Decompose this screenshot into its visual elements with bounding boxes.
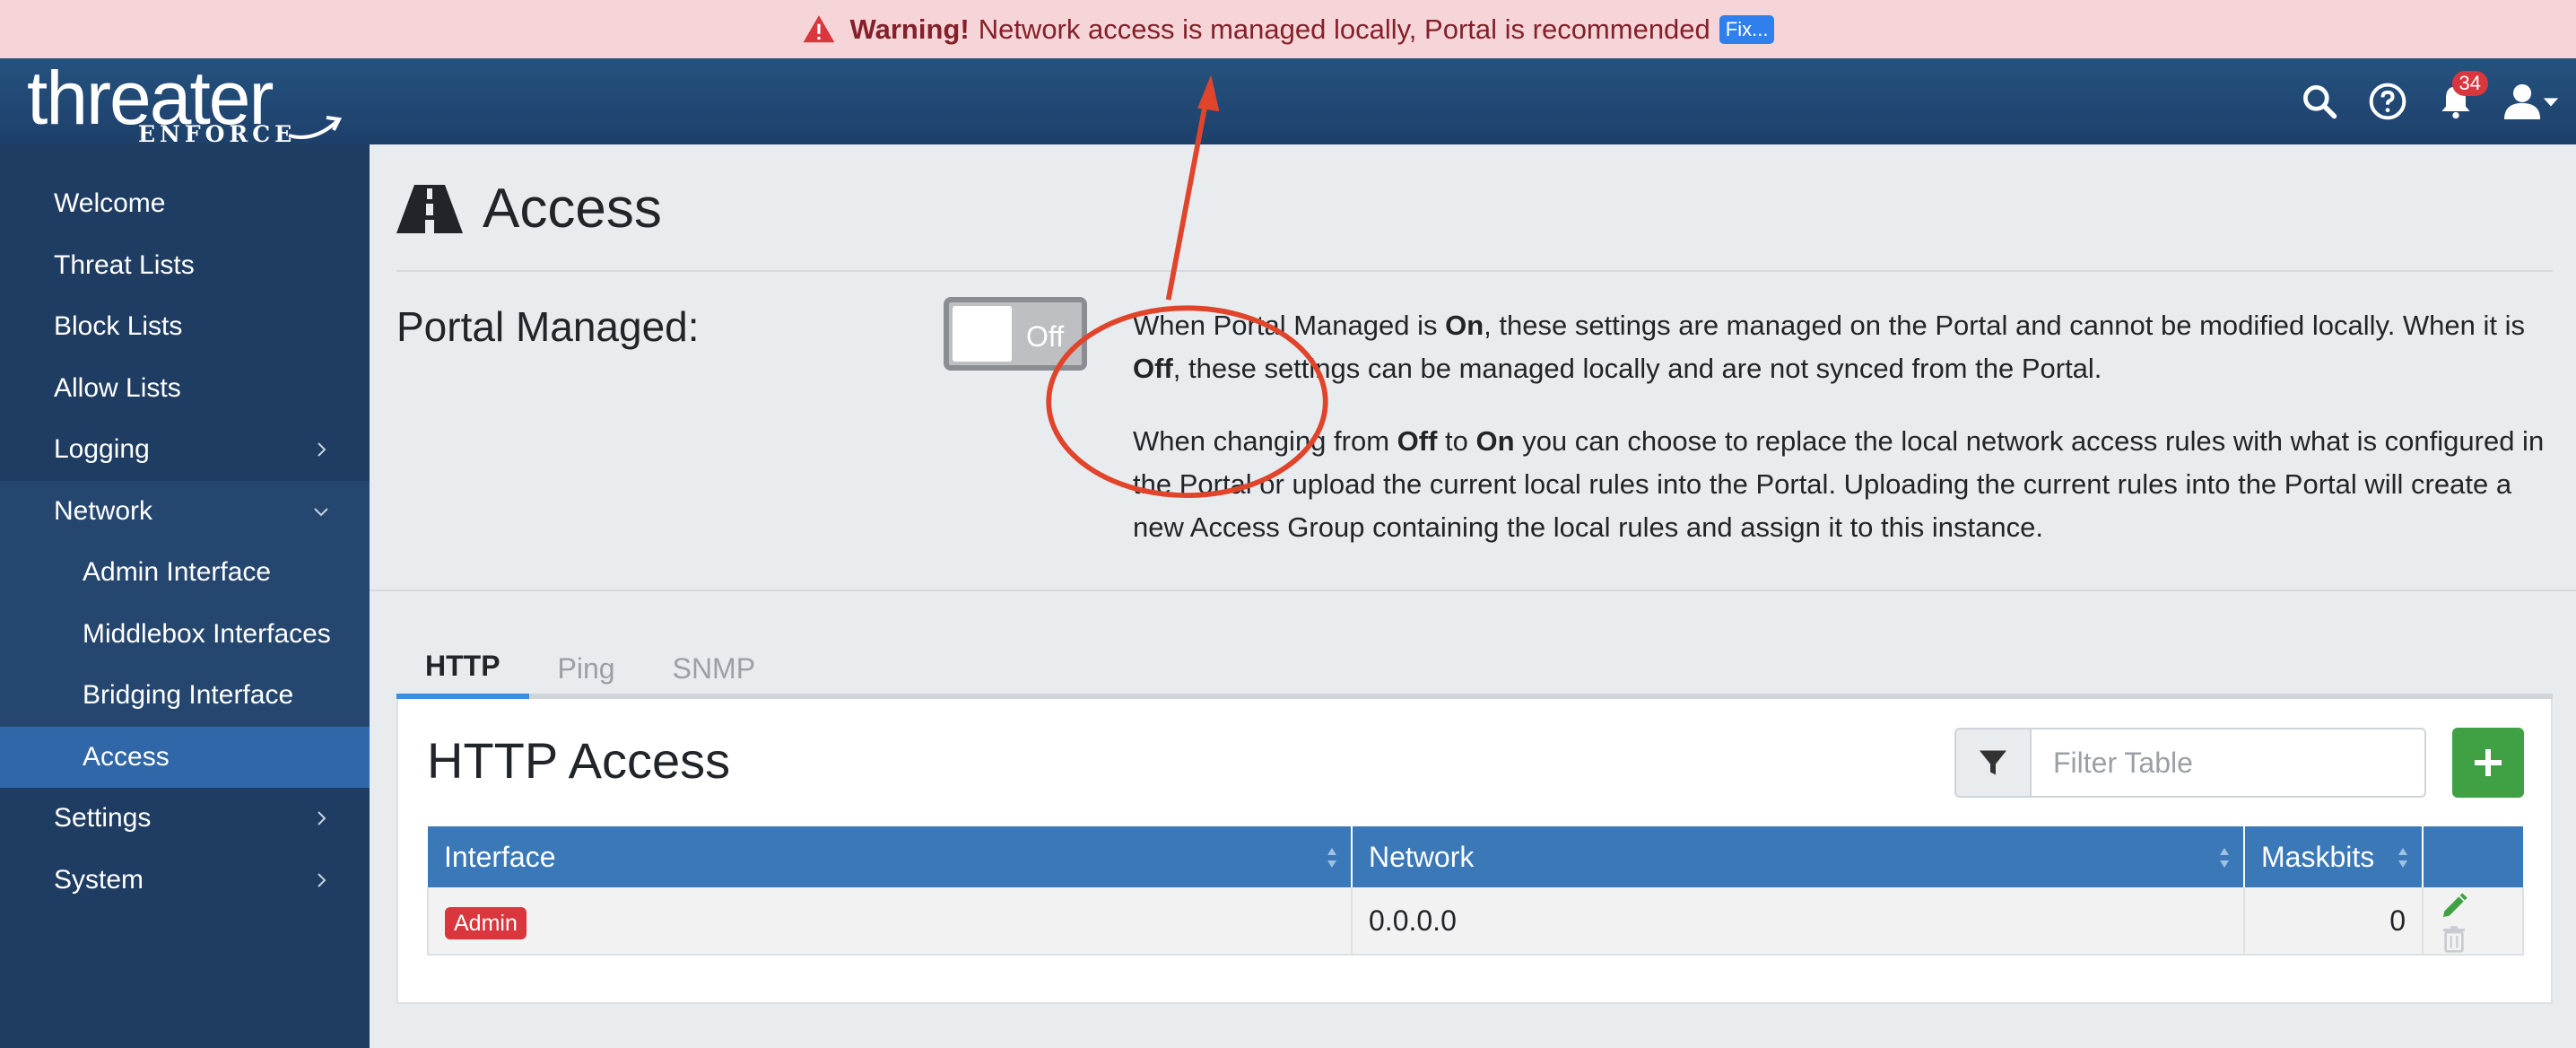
warning-message: Network access is managed locally, Porta… xyxy=(978,13,1710,45)
filter-icon[interactable] xyxy=(1954,728,2030,798)
plus-icon xyxy=(2475,749,2502,776)
brand-logo[interactable]: threater ENFORCE xyxy=(27,60,343,147)
sidebar-item-label: Welcome xyxy=(54,188,166,219)
description-paragraph-1: When Portal Managed is On, these setting… xyxy=(1133,310,2526,384)
sidebar-item-label: Settings xyxy=(54,803,152,834)
sidebar-item-allow-lists[interactable]: Allow Lists xyxy=(0,358,370,420)
brand-subtitle: ENFORCE xyxy=(138,121,297,147)
sidebar-item-system[interactable]: System xyxy=(0,850,370,912)
sort-icon xyxy=(2398,848,2407,868)
user-menu-icon[interactable] xyxy=(2504,82,2560,121)
protocol-tabs: HTTP Ping SNMP xyxy=(396,638,784,701)
delete-trash-icon[interactable] xyxy=(2440,925,2468,954)
warning-banner: Warning! Network access is managed local… xyxy=(0,0,2576,58)
sidebar-item-block-lists[interactable]: Block Lists xyxy=(0,296,370,358)
sidebar-item-bridging-interface[interactable]: Bridging Interface xyxy=(0,665,370,727)
divider xyxy=(396,270,2553,272)
column-header-maskbits[interactable]: Maskbits xyxy=(2244,826,2424,887)
page-title-text: Access xyxy=(483,178,662,240)
tab-snmp[interactable]: SNMP xyxy=(644,638,784,699)
top-navbar: threater ENFORCE 34 xyxy=(0,58,2576,147)
http-access-table: Interface Network Maskbits Admin 0.0.0.0… xyxy=(427,826,2524,956)
sidebar-item-label: Middlebox Interfaces xyxy=(83,618,331,649)
filter-table-input[interactable] xyxy=(2030,728,2426,798)
card-title: HTTP Access xyxy=(427,732,731,789)
http-access-card: HTTP Access Interface Network Maskbits xyxy=(396,699,2553,1004)
sidebar-item-access[interactable]: Access xyxy=(0,726,370,788)
notification-count-badge: 34 xyxy=(2451,71,2488,96)
description-paragraph-2: When changing from Off to On you can cho… xyxy=(1133,425,2545,543)
sort-icon xyxy=(1327,848,1336,868)
edit-pencil-icon[interactable] xyxy=(2440,892,2468,921)
network-submenu: Admin Interface Middlebox Interfaces Bri… xyxy=(0,542,370,788)
chevron-down-icon xyxy=(314,507,328,516)
sidebar-item-network[interactable]: Network xyxy=(0,480,370,542)
page-title: Access xyxy=(396,177,662,240)
cell-interface: Admin xyxy=(427,887,1353,956)
warning-strong: Warning! xyxy=(849,13,970,45)
column-header-actions xyxy=(2423,826,2523,887)
column-header-network[interactable]: Network xyxy=(1352,826,2245,887)
fix-button[interactable]: Fix... xyxy=(1719,14,1775,44)
cell-maskbits: 0 xyxy=(2244,887,2424,956)
sidebar-item-settings[interactable]: Settings xyxy=(0,788,370,850)
sidebar-item-label: Bridging Interface xyxy=(83,680,294,711)
column-header-interface[interactable]: Interface xyxy=(428,826,1353,887)
sidebar-item-label: Allow Lists xyxy=(54,372,181,403)
cell-actions xyxy=(2423,887,2524,956)
help-icon[interactable] xyxy=(2368,82,2407,121)
sidebar-item-logging[interactable]: Logging xyxy=(0,419,370,481)
sidebar-item-label: System xyxy=(54,864,144,895)
portal-managed-description: When Portal Managed is On, these setting… xyxy=(1133,304,2559,579)
chevron-right-icon xyxy=(318,442,326,457)
sidebar-item-middlebox-interfaces[interactable]: Middlebox Interfaces xyxy=(0,604,370,666)
add-rule-button[interactable] xyxy=(2452,728,2524,798)
sidebar-item-label: Threat Lists xyxy=(54,249,195,280)
sidebar-item-label: Logging xyxy=(54,434,150,465)
warning-icon xyxy=(803,14,834,42)
logo-arrow-icon xyxy=(288,116,343,139)
portal-managed-label: Portal Managed: xyxy=(396,303,700,350)
main-content: Access Portal Managed: Off When Portal M… xyxy=(370,144,2576,1048)
portal-managed-toggle[interactable]: Off xyxy=(944,297,1087,371)
search-icon[interactable] xyxy=(2300,82,2339,121)
sidebar-item-label: Access xyxy=(83,741,170,772)
tab-http[interactable]: HTTP xyxy=(396,638,529,699)
sidebar-item-admin-interface[interactable]: Admin Interface xyxy=(0,542,370,604)
cell-network: 0.0.0.0 xyxy=(1352,887,2245,956)
sidebar-item-label: Admin Interface xyxy=(83,557,272,588)
sidebar-item-threat-lists[interactable]: Threat Lists xyxy=(0,235,370,297)
toggle-knob xyxy=(953,306,1012,362)
interface-badge: Admin xyxy=(445,906,527,939)
chevron-right-icon xyxy=(318,811,326,825)
sidebar-item-label: Block Lists xyxy=(54,311,183,342)
table-row: Admin 0.0.0.0 0 xyxy=(427,887,2524,956)
bell-icon[interactable]: 34 xyxy=(2436,71,2488,121)
sort-icon xyxy=(2220,848,2229,868)
toggle-state-text: Off xyxy=(1026,320,1065,353)
sidebar-item-label: Network xyxy=(54,495,153,526)
filter-group xyxy=(1954,728,2426,798)
sidebar: Welcome Threat Lists Block Lists Allow L… xyxy=(0,144,370,1048)
tab-ping[interactable]: Ping xyxy=(529,638,644,699)
road-icon xyxy=(396,184,463,233)
chevron-right-icon xyxy=(318,872,326,887)
sidebar-item-welcome[interactable]: Welcome xyxy=(0,173,370,235)
